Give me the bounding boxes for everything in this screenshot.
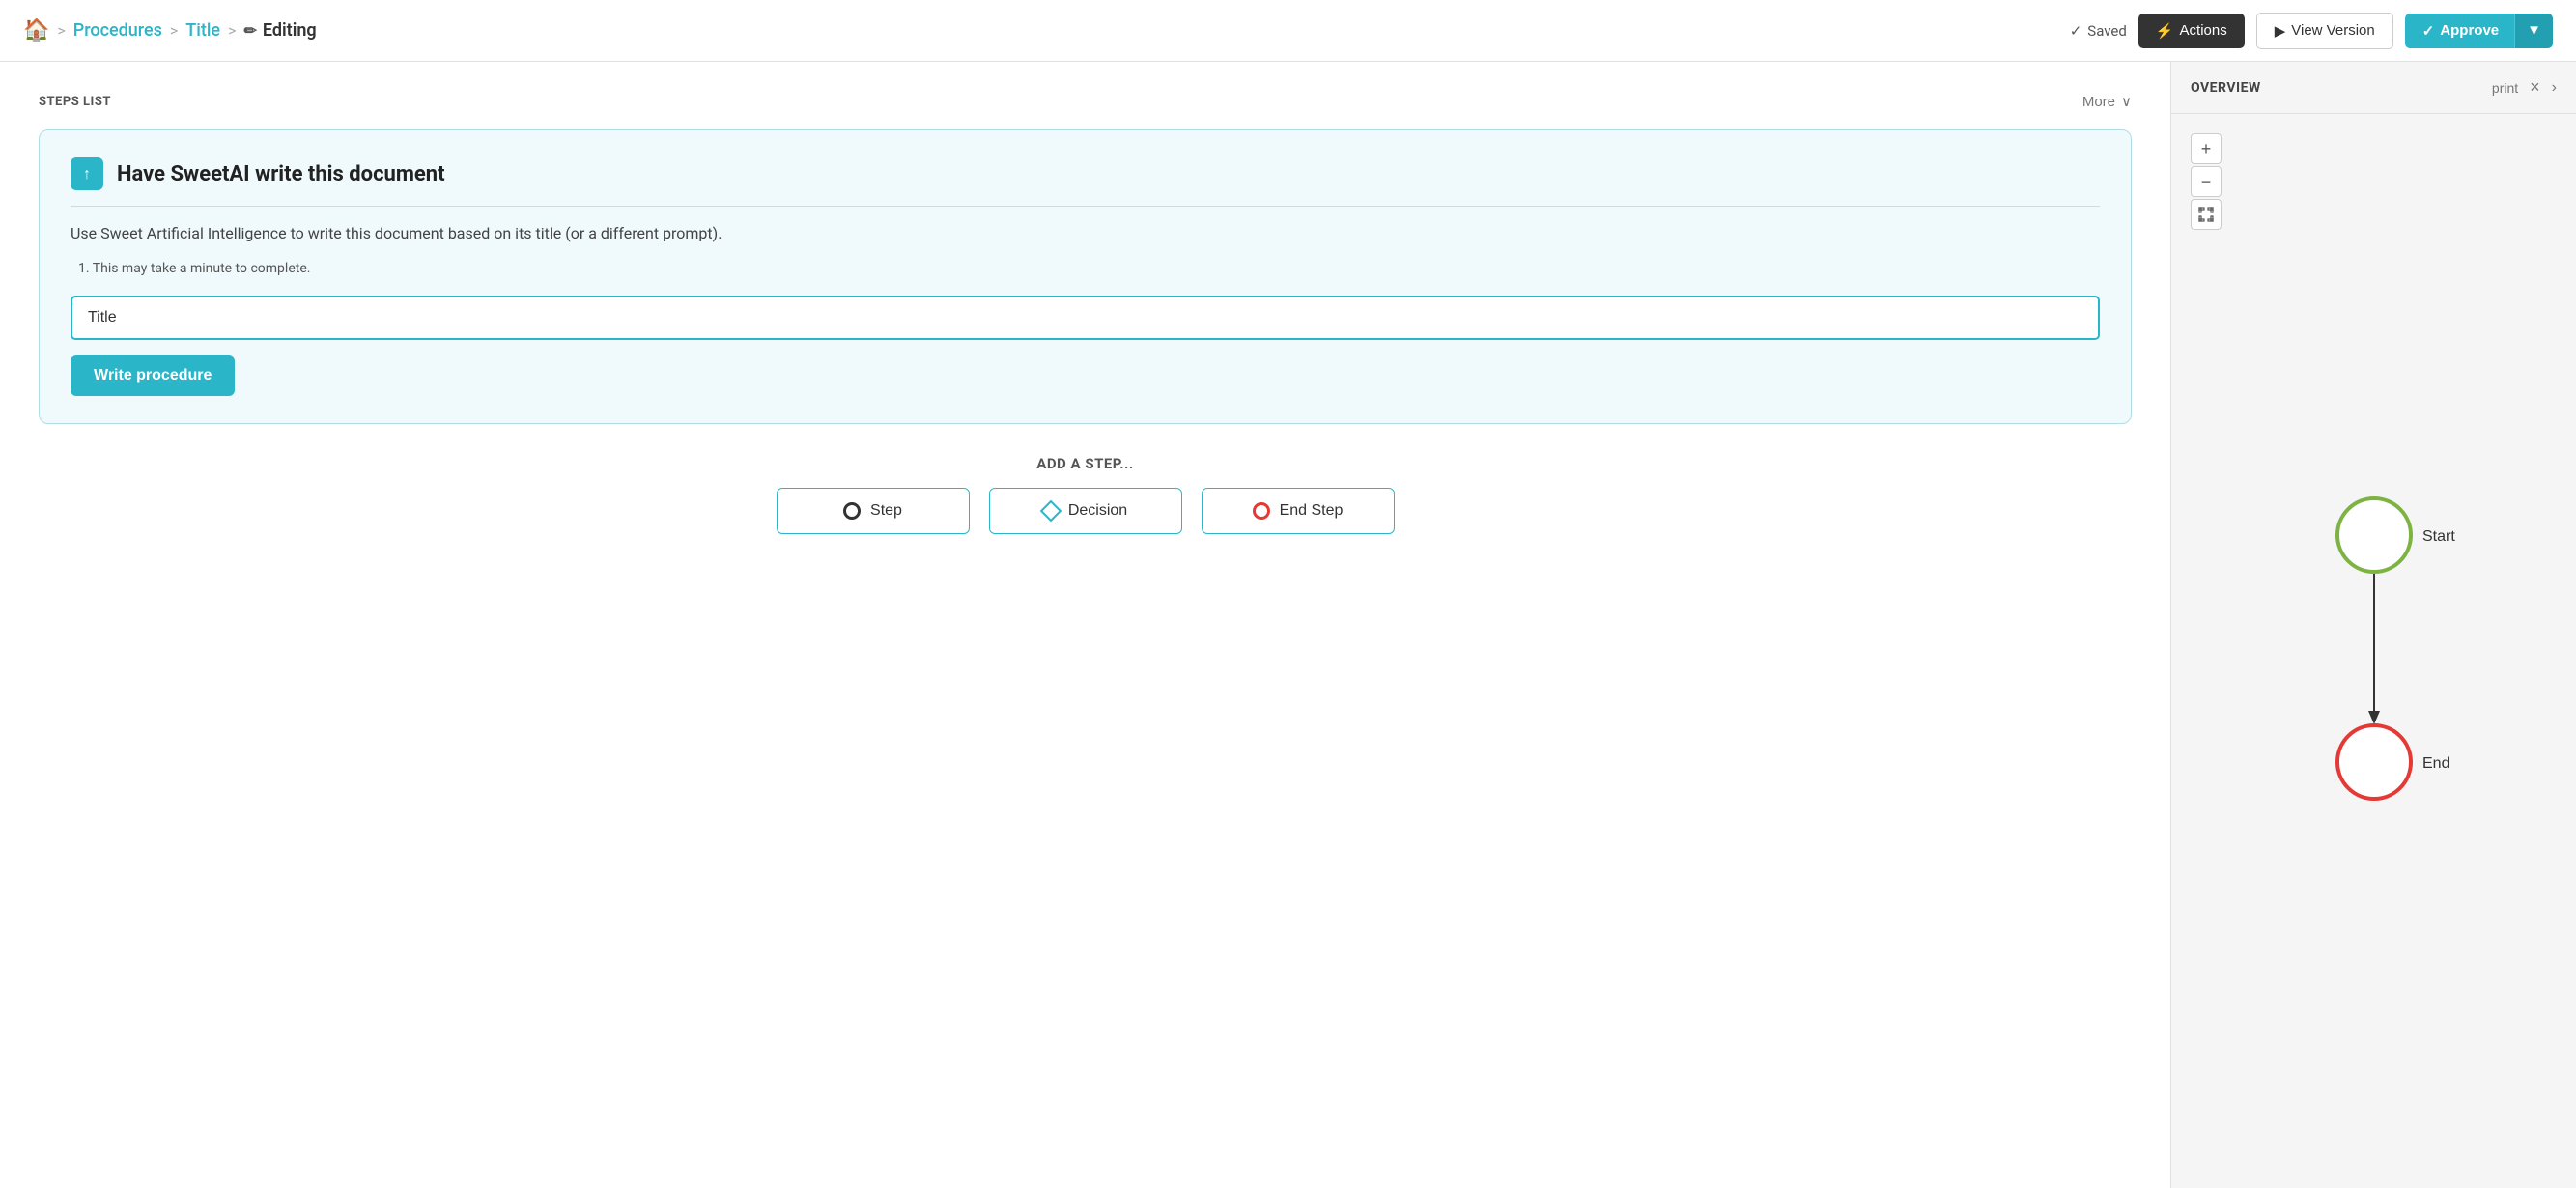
lightning-icon: ⚡ xyxy=(2156,22,2174,40)
approve-button[interactable]: ✓ Approve xyxy=(2405,14,2516,48)
approve-dropdown-button[interactable]: ▼ xyxy=(2514,14,2553,48)
approve-label: Approve xyxy=(2440,22,2499,39)
flow-diagram: Start End xyxy=(2268,477,2480,844)
overview-header: OVERVIEW print × › xyxy=(2171,62,2576,114)
more-label: More xyxy=(2082,94,2115,110)
diagram-area: Start End xyxy=(2191,133,2557,1169)
saved-text: Saved xyxy=(2087,22,2127,40)
actions-button[interactable]: ⚡ Actions xyxy=(2138,14,2245,48)
navbar-actions: ✓ Saved ⚡ Actions ▶ View Version ✓ Appro… xyxy=(2070,13,2553,49)
svg-text:End: End xyxy=(2422,755,2449,772)
add-step-button[interactable]: Step xyxy=(777,488,970,534)
view-version-label: View Version xyxy=(2291,22,2374,39)
breadcrumb-separator-3: > xyxy=(228,21,236,40)
approve-check-icon: ✓ xyxy=(2422,22,2435,40)
decision-diamond-icon xyxy=(1039,500,1062,523)
more-button[interactable]: More ∨ xyxy=(2082,93,2132,110)
right-panel: OVERVIEW print × › + − xyxy=(2170,62,2576,1188)
overview-title: OVERVIEW xyxy=(2191,80,2261,96)
svg-text:Start: Start xyxy=(2422,528,2455,545)
add-step-section: ADD A STEP... Step Decision End Step xyxy=(39,455,2132,534)
close-overview-button[interactable]: × xyxy=(2530,77,2540,98)
edit-pen-icon: ✏ xyxy=(243,21,256,40)
navbar: 🏠 > Procedures > Title > ✏ Editing ✓ Sav… xyxy=(0,0,2576,62)
approve-dropdown-icon: ▼ xyxy=(2527,22,2541,39)
more-chevron-icon: ∨ xyxy=(2121,93,2132,110)
steps-list-title: STEPS LIST xyxy=(39,95,111,109)
zoom-controls: + − xyxy=(2191,133,2222,230)
end-step-circle-icon xyxy=(1253,502,1270,520)
breadcrumb-separator-2: > xyxy=(170,21,178,40)
decision-btn-label: Decision xyxy=(1068,502,1127,520)
steps-list-header: STEPS LIST More ∨ xyxy=(39,93,2132,110)
sweetai-card-title: Have SweetAI write this document xyxy=(117,162,445,186)
add-step-label: ADD A STEP... xyxy=(39,455,2132,472)
left-panel: STEPS LIST More ∨ ↑ Have SweetAI write t… xyxy=(0,62,2170,1188)
main-content: STEPS LIST More ∨ ↑ Have SweetAI write t… xyxy=(0,62,2576,1188)
step-btn-label: Step xyxy=(870,502,902,520)
overview-diagram: + − xyxy=(2171,114,2576,1188)
breadcrumb-procedures[interactable]: Procedures xyxy=(73,20,162,41)
print-button[interactable]: print xyxy=(2492,80,2518,96)
breadcrumb-title[interactable]: Title xyxy=(185,20,220,41)
view-version-icon: ▶ xyxy=(2275,22,2286,40)
add-end-step-button[interactable]: End Step xyxy=(1202,488,1395,534)
overview-header-actions: print × › xyxy=(2492,77,2557,98)
zoom-in-button[interactable]: + xyxy=(2191,133,2222,164)
step-buttons: Step Decision End Step xyxy=(39,488,2132,534)
zoom-out-button[interactable]: − xyxy=(2191,166,2222,197)
breadcrumb-editing: ✏ Editing xyxy=(243,20,316,41)
fit-view-button[interactable] xyxy=(2191,199,2222,230)
actions-label: Actions xyxy=(2180,22,2227,39)
saved-check-icon: ✓ xyxy=(2070,22,2082,40)
end-step-btn-label: End Step xyxy=(1280,502,1344,520)
expand-overview-button[interactable]: › xyxy=(2552,79,2557,97)
approve-group: ✓ Approve ▼ xyxy=(2405,14,2553,48)
editing-label: Editing xyxy=(263,20,317,41)
add-decision-button[interactable]: Decision xyxy=(989,488,1182,534)
sweetai-card-header: ↑ Have SweetAI write this document xyxy=(71,157,2100,207)
breadcrumb: 🏠 > Procedures > Title > ✏ Editing xyxy=(23,18,317,42)
write-procedure-button[interactable]: Write procedure xyxy=(71,355,235,396)
view-version-button[interactable]: ▶ View Version xyxy=(2256,13,2393,49)
sweetai-card: ↑ Have SweetAI write this document Use S… xyxy=(39,129,2132,424)
saved-status: ✓ Saved xyxy=(2070,22,2127,40)
home-icon[interactable]: 🏠 xyxy=(23,18,49,42)
step-radio-icon xyxy=(843,502,861,520)
sweetai-card-note: 1. This may take a minute to complete. xyxy=(71,261,2100,276)
sweetai-card-description: Use Sweet Artificial Intelligence to wri… xyxy=(71,222,2100,245)
breadcrumb-separator-1: > xyxy=(57,21,65,40)
sweetai-icon: ↑ xyxy=(71,157,103,190)
sweetai-prompt-input[interactable] xyxy=(71,296,2100,340)
